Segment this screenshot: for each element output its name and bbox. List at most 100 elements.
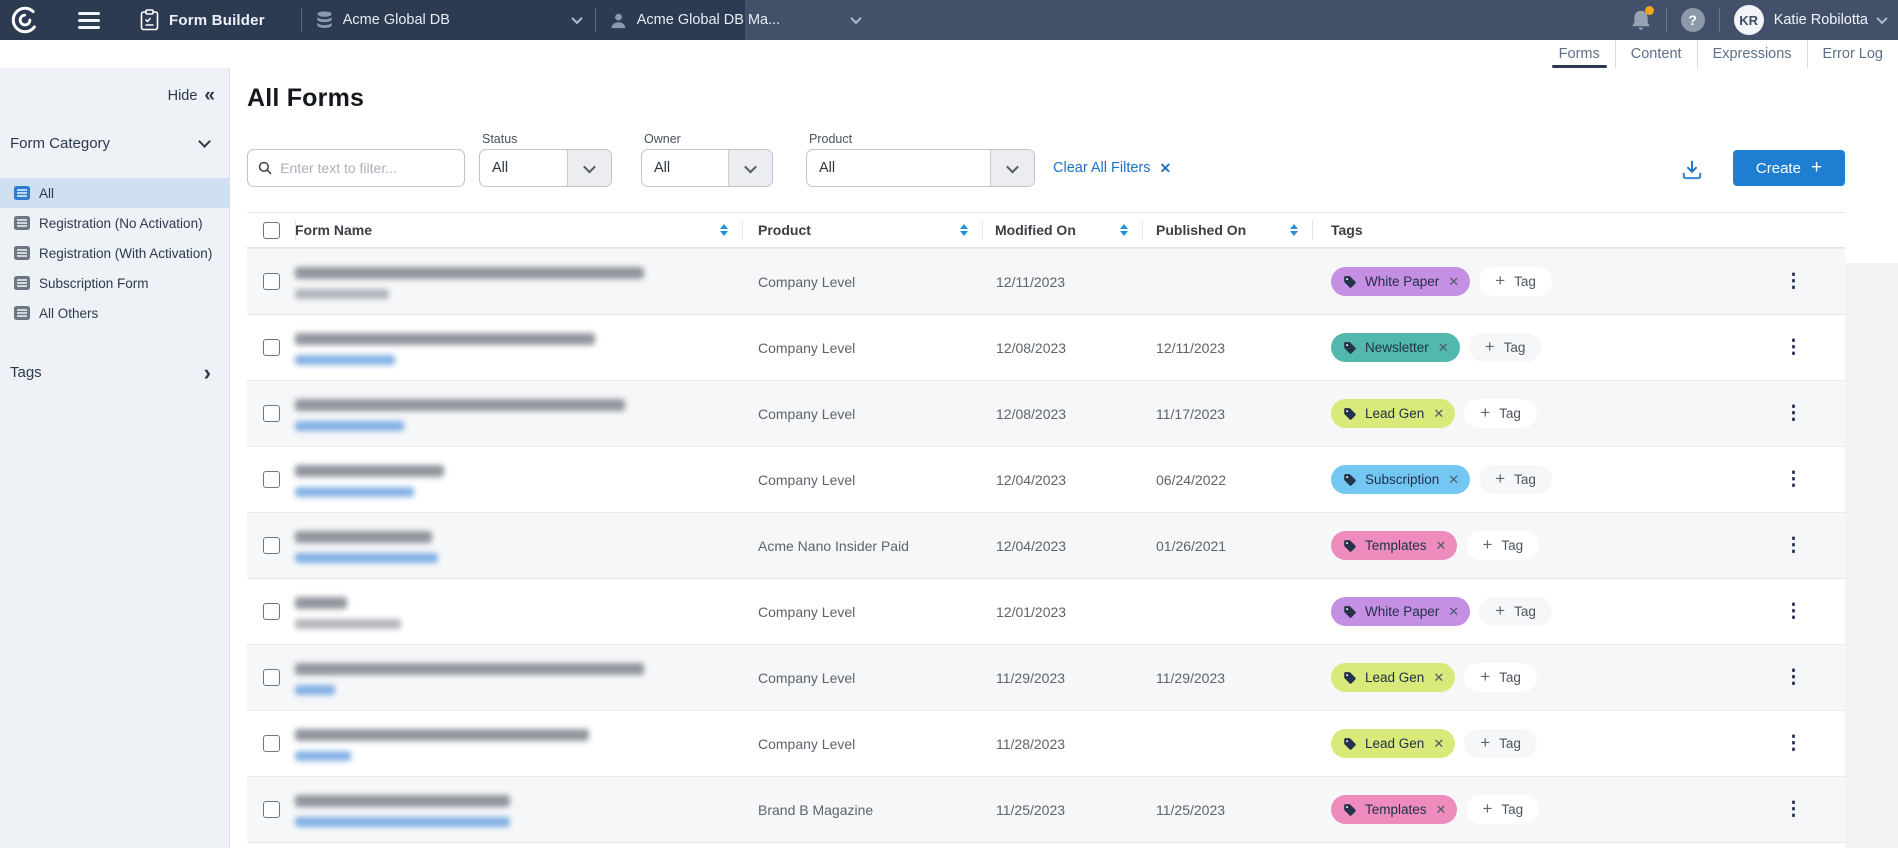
add-tag-button[interactable]: + Tag bbox=[1479, 597, 1552, 626]
remove-tag-icon[interactable]: ✕ bbox=[1438, 340, 1449, 356]
sidebar-category-item[interactable]: All bbox=[0, 178, 229, 208]
nav-tab[interactable]: Content bbox=[1615, 40, 1697, 68]
sidebar-category-item[interactable]: Subscription Form bbox=[0, 268, 229, 298]
sort-icon[interactable] bbox=[960, 224, 968, 236]
remove-tag-icon[interactable]: ✕ bbox=[1448, 604, 1459, 620]
form-name-redacted[interactable] bbox=[295, 333, 595, 345]
product-filter-select[interactable]: All bbox=[806, 149, 1035, 187]
row-checkbox[interactable] bbox=[263, 405, 280, 422]
add-tag-button[interactable]: + Tag bbox=[1464, 663, 1537, 692]
kebab-menu-icon[interactable]: ⋮ bbox=[1778, 470, 1809, 489]
add-tag-button[interactable]: + Tag bbox=[1466, 531, 1539, 560]
form-link-redacted[interactable] bbox=[295, 289, 389, 299]
sidebar-category-item[interactable]: All Others bbox=[0, 298, 229, 328]
column-header-published-on[interactable]: Published On bbox=[1142, 213, 1312, 247]
row-checkbox[interactable] bbox=[263, 471, 280, 488]
row-checkbox[interactable] bbox=[263, 669, 280, 686]
context-selector-dropdown[interactable]: Acme Global DB Ma... bbox=[610, 12, 860, 29]
kebab-menu-icon[interactable]: ⋮ bbox=[1778, 800, 1809, 819]
form-category-header[interactable]: Form Category bbox=[0, 135, 229, 152]
form-link-redacted[interactable] bbox=[295, 817, 510, 827]
help-icon[interactable]: ? bbox=[1681, 8, 1705, 32]
row-checkbox[interactable] bbox=[263, 339, 280, 356]
owner-filter-label: Owner bbox=[644, 132, 773, 146]
remove-tag-icon[interactable]: ✕ bbox=[1433, 406, 1444, 422]
row-checkbox[interactable] bbox=[263, 801, 280, 818]
form-name-redacted[interactable] bbox=[295, 267, 644, 279]
remove-tag-icon[interactable]: ✕ bbox=[1448, 274, 1459, 290]
sort-icon[interactable] bbox=[1290, 224, 1298, 236]
form-name-redacted[interactable] bbox=[295, 465, 444, 477]
search-input[interactable] bbox=[280, 160, 454, 176]
kebab-menu-icon[interactable]: ⋮ bbox=[1778, 338, 1809, 357]
kebab-menu-icon[interactable]: ⋮ bbox=[1778, 734, 1809, 753]
remove-tag-icon[interactable]: ✕ bbox=[1436, 538, 1447, 554]
add-tag-label: Tag bbox=[1504, 340, 1526, 355]
kebab-menu-icon[interactable]: ⋮ bbox=[1778, 668, 1809, 687]
form-name-redacted[interactable] bbox=[295, 729, 589, 741]
hide-sidebar-button[interactable]: Hide « bbox=[0, 86, 229, 105]
kebab-menu-icon[interactable]: ⋮ bbox=[1778, 272, 1809, 291]
add-tag-button[interactable]: + Tag bbox=[1466, 795, 1539, 824]
sort-icon[interactable] bbox=[720, 224, 728, 236]
tags-section-header[interactable]: Tags › bbox=[0, 364, 229, 382]
column-header-form-name[interactable]: Form Name bbox=[295, 213, 742, 247]
form-link-redacted[interactable] bbox=[295, 553, 438, 563]
select-all-checkbox[interactable] bbox=[263, 222, 280, 239]
remove-tag-icon[interactable]: ✕ bbox=[1448, 472, 1459, 488]
modified-on-cell: 12/08/2023 bbox=[982, 406, 1142, 422]
row-checkbox[interactable] bbox=[263, 537, 280, 554]
form-link-redacted[interactable] bbox=[295, 685, 335, 695]
notifications-bell-icon[interactable] bbox=[1630, 9, 1652, 32]
hide-label: Hide bbox=[168, 88, 198, 104]
clear-all-filters-button[interactable]: Clear All Filters ✕ bbox=[1053, 149, 1171, 187]
published-on-cell: 01/26/2021 bbox=[1142, 538, 1312, 554]
column-header-product[interactable]: Product bbox=[742, 213, 982, 247]
nav-tab-label: Error Log bbox=[1823, 46, 1883, 62]
status-filter-select[interactable]: All bbox=[479, 149, 612, 187]
row-checkbox[interactable] bbox=[263, 273, 280, 290]
add-tag-button[interactable]: + Tag bbox=[1469, 333, 1542, 362]
remove-tag-icon[interactable]: ✕ bbox=[1433, 736, 1444, 752]
hamburger-menu-icon[interactable] bbox=[78, 12, 100, 29]
row-checkbox[interactable] bbox=[263, 603, 280, 620]
form-link-redacted[interactable] bbox=[295, 421, 404, 431]
form-link-redacted[interactable] bbox=[295, 487, 414, 497]
form-name-redacted[interactable] bbox=[295, 663, 644, 675]
tag-icon bbox=[1343, 275, 1357, 289]
sort-icon[interactable] bbox=[1120, 224, 1128, 236]
download-button[interactable] bbox=[1681, 159, 1703, 180]
kebab-menu-icon[interactable]: ⋮ bbox=[1778, 602, 1809, 621]
user-avatar[interactable]: KR bbox=[1734, 5, 1764, 35]
form-name-redacted[interactable] bbox=[295, 531, 432, 543]
published-on-cell: 11/29/2023 bbox=[1142, 670, 1312, 686]
remove-tag-icon[interactable]: ✕ bbox=[1436, 802, 1447, 818]
tag-pill: Lead Gen ✕ bbox=[1331, 729, 1455, 758]
form-link-redacted[interactable] bbox=[295, 751, 351, 761]
table-body: Company Level 12/11/2023 White Paper ✕ bbox=[247, 248, 1845, 842]
column-header-modified-on[interactable]: Modified On bbox=[982, 213, 1142, 247]
form-link-redacted[interactable] bbox=[295, 619, 401, 629]
database-selector-dropdown[interactable]: Acme Global DB bbox=[316, 11, 581, 29]
add-tag-button[interactable]: + Tag bbox=[1479, 267, 1552, 296]
form-name-redacted[interactable] bbox=[295, 597, 347, 609]
nav-tab[interactable]: Error Log bbox=[1807, 40, 1898, 68]
sidebar-category-item[interactable]: Registration (With Activation) bbox=[0, 238, 229, 268]
row-checkbox[interactable] bbox=[263, 735, 280, 752]
create-button[interactable]: Create + bbox=[1733, 150, 1845, 186]
sidebar-category-item[interactable]: Registration (No Activation) bbox=[0, 208, 229, 238]
form-link-redacted[interactable] bbox=[295, 355, 395, 365]
add-tag-button[interactable]: + Tag bbox=[1464, 729, 1537, 758]
owner-filter-select[interactable]: All bbox=[641, 149, 773, 187]
add-tag-button[interactable]: + Tag bbox=[1464, 399, 1537, 428]
add-tag-button[interactable]: + Tag bbox=[1479, 465, 1552, 494]
kebab-menu-icon[interactable]: ⋮ bbox=[1778, 536, 1809, 555]
chevron-down-icon[interactable] bbox=[1876, 13, 1887, 24]
nav-tab[interactable]: Forms bbox=[1544, 40, 1615, 68]
nav-tab[interactable]: Expressions bbox=[1697, 40, 1807, 68]
kebab-menu-icon[interactable]: ⋮ bbox=[1778, 404, 1809, 423]
remove-tag-icon[interactable]: ✕ bbox=[1433, 670, 1444, 686]
form-name-redacted[interactable] bbox=[295, 795, 510, 807]
form-name-redacted[interactable] bbox=[295, 399, 625, 411]
app-logo-icon[interactable] bbox=[10, 5, 40, 35]
